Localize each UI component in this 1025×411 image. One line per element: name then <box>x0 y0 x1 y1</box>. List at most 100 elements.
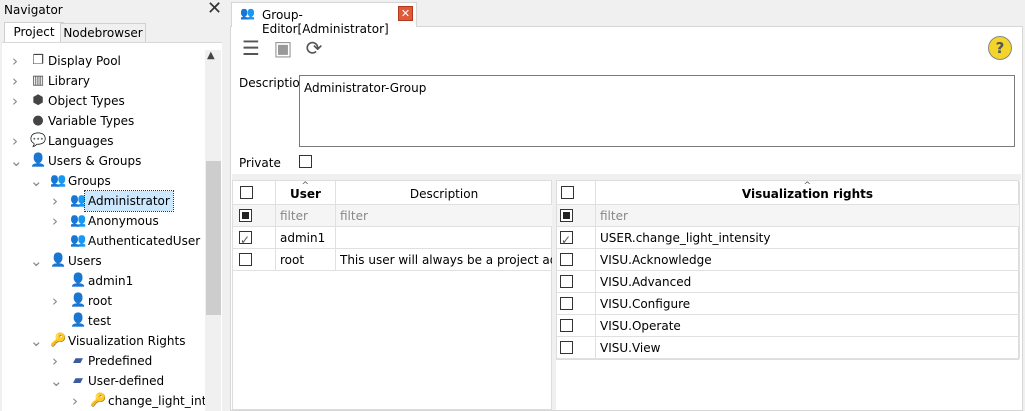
scroll-up-icon[interactable]: ▲ <box>207 50 215 61</box>
tree-item[interactable]: › ▥ Library <box>2 71 206 91</box>
tree-item[interactable]: › 👤 root <box>2 291 206 311</box>
tree-scrollbar-thumb[interactable] <box>206 161 221 315</box>
filter-toggle-cell <box>233 205 276 227</box>
chevron-down-icon[interactable]: ⌄ <box>50 371 63 391</box>
chevron-down-icon[interactable]: ⌄ <box>30 251 43 271</box>
row-checkbox[interactable] <box>560 253 573 266</box>
tab-close-button[interactable]: ✕ <box>398 6 413 21</box>
chevron-right-icon[interactable]: › <box>50 191 60 211</box>
rights-table: ^Visualization rights filter USER.change… <box>556 180 1020 360</box>
description-filter-input[interactable]: filter <box>336 205 553 227</box>
rights-column-header[interactable]: ^ Visualization rights <box>596 181 1020 205</box>
row-checkbox[interactable] <box>239 253 252 266</box>
tree-item[interactable]: ⌄ 👤 Users <box>2 251 206 271</box>
tree-item-label: User-defined <box>88 374 165 388</box>
save-icon[interactable]: ▣ <box>271 36 295 60</box>
filter-checkbox[interactable] <box>239 209 252 222</box>
tree-item[interactable]: 👤 test <box>2 311 206 331</box>
chevron-down-icon[interactable]: ⌄ <box>30 331 43 351</box>
chevron-right-icon[interactable]: › <box>50 291 60 311</box>
close-icon[interactable]: ✕ <box>207 0 222 19</box>
chevron-right-icon[interactable]: › <box>10 51 20 71</box>
private-label: Private <box>239 156 281 170</box>
chevron-down-icon[interactable]: ⌄ <box>10 151 23 171</box>
tree-item-label: Object Types <box>48 94 125 108</box>
tree-item[interactable]: ⌄ 🔑 Visualization Rights <box>2 331 206 351</box>
group-icon: 👥 <box>50 173 67 188</box>
tree-item-label: Users & Groups <box>48 154 142 168</box>
tree-item-label: Variable Types <box>48 114 135 128</box>
tree-item-label: admin1 <box>88 274 134 288</box>
chevron-right-icon[interactable]: › <box>50 351 60 371</box>
tree-item[interactable]: 👥 AuthenticatedUser <box>2 231 206 251</box>
display-pool-icon: ❐ <box>32 53 44 68</box>
circle-icon: ● <box>32 113 44 128</box>
row-checkbox[interactable] <box>560 297 573 310</box>
tree-item-label: Anonymous <box>88 214 159 228</box>
tab-nodebrowser[interactable]: Nodebrowser <box>60 23 146 42</box>
refresh-icon[interactable]: ⟳ <box>302 36 326 60</box>
tree-item[interactable]: ● Variable Types <box>2 111 206 131</box>
rights-filter-input[interactable]: filter <box>596 205 1020 227</box>
chevron-right-icon[interactable]: › <box>10 71 20 91</box>
row-checkbox[interactable] <box>239 229 252 248</box>
user-icon: 👤 <box>70 313 87 328</box>
description-field[interactable]: Administrator-Group <box>299 75 1015 147</box>
help-button[interactable]: ? <box>988 36 1012 60</box>
key-icon: 🔑 <box>50 333 67 348</box>
tree-item[interactable]: ⌄ 👤 Users & Groups <box>2 151 206 171</box>
row-checkbox[interactable] <box>560 275 573 288</box>
tree-item[interactable]: › 🔑 change_light_inter <box>2 391 219 411</box>
tree-item-label: Administrator <box>84 190 174 212</box>
import-icon[interactable]: ☰ <box>239 36 263 60</box>
right-cell: VISU.Advanced <box>596 271 1020 293</box>
tree-item[interactable]: ⌄ ▰ User-defined <box>2 371 206 391</box>
user-cell: admin1 <box>276 227 336 249</box>
group-icon: 👥 <box>70 193 87 208</box>
filter-checkbox[interactable] <box>560 209 573 222</box>
select-all-checkbox[interactable] <box>240 186 253 199</box>
tree-item-label: Languages <box>48 134 114 148</box>
user-column-header[interactable]: ^ User <box>276 181 336 205</box>
chevron-right-icon[interactable]: › <box>50 211 60 231</box>
tree-item[interactable]: 👤 admin1 <box>2 271 206 291</box>
description-cell: This user will always be a project admin… <box>336 249 553 271</box>
right-cell: USER.change_light_intensity <box>596 227 1020 249</box>
chevron-right-icon[interactable]: › <box>10 131 20 151</box>
user-icon: 👤 <box>70 293 87 308</box>
filter-toggle-cell <box>557 205 596 227</box>
tab-label: Group-Editor[Administrator] <box>262 8 389 36</box>
tree-item[interactable]: › 👥 Anonymous <box>2 211 206 231</box>
user-filter-input[interactable]: filter <box>276 205 336 227</box>
tree-item[interactable]: › ⬢ Object Types <box>2 91 206 111</box>
checkbox-cell <box>557 315 596 337</box>
row-checkbox[interactable] <box>560 319 573 332</box>
tab-project[interactable]: Project <box>4 22 64 43</box>
tree-item[interactable]: › ❐ Display Pool <box>2 51 206 71</box>
description-column-header[interactable]: Description <box>336 181 553 205</box>
select-all-cell <box>557 181 596 205</box>
chevron-down-icon[interactable]: ⌄ <box>30 171 43 191</box>
tree-item[interactable]: › 💬 Languages <box>2 131 206 151</box>
chevron-right-icon[interactable]: › <box>70 391 80 411</box>
row-checkbox[interactable] <box>560 229 573 248</box>
tree-item-label: Users <box>68 254 102 268</box>
tree-item-label: Library <box>48 74 90 88</box>
private-checkbox[interactable] <box>299 155 312 168</box>
tree-item[interactable]: ⌄ 👥 Groups <box>2 171 206 191</box>
user-icon: 👤 <box>50 253 67 268</box>
row-checkbox[interactable] <box>560 341 573 354</box>
chevron-right-icon[interactable]: › <box>10 91 20 111</box>
select-all-cell <box>233 181 276 205</box>
group-icon: 👥 <box>70 233 87 248</box>
tab-group-editor[interactable]: 👥 Group-Editor[Administrator] <box>231 2 417 36</box>
user-icon: 👤 <box>70 273 87 288</box>
navigator-panel: Navigator ✕ Project Nodebrowser › ❐ Displa… <box>0 0 230 411</box>
tree-item-label: AuthenticatedUser <box>88 234 201 248</box>
sort-icon: ^ <box>803 181 812 191</box>
checkbox-cell <box>233 249 276 271</box>
description-label: Description <box>239 76 308 90</box>
tree-item[interactable]: › ▰ Predefined <box>2 351 206 371</box>
tree-item[interactable]: › 👥 Administrator <box>2 190 206 212</box>
select-all-checkbox[interactable] <box>561 186 574 199</box>
